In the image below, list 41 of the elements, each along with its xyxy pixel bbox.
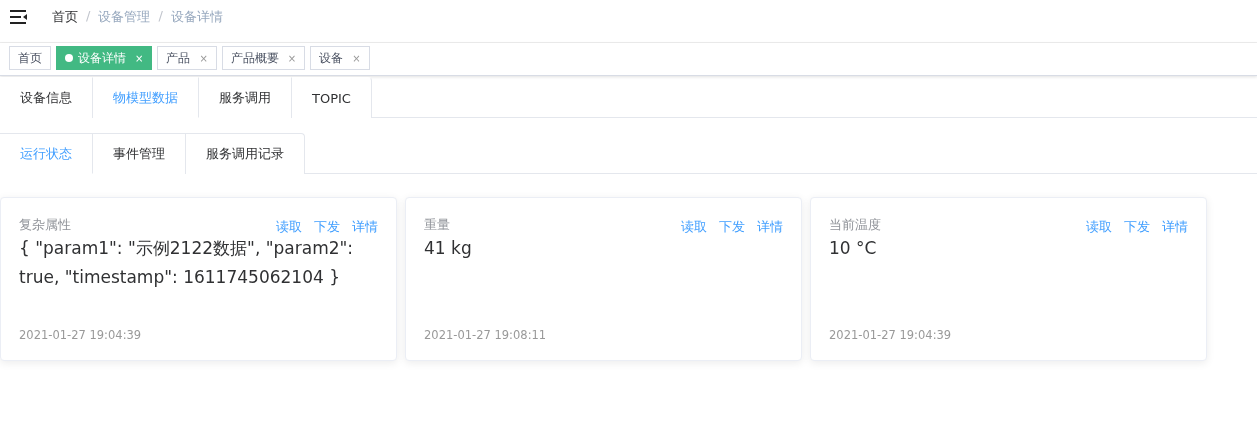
- property-name: 当前温度: [829, 216, 881, 234]
- action-link[interactable]: 详情: [757, 218, 783, 236]
- breadcrumb-item: 设备详情: [170, 8, 223, 26]
- property-value: 10 °C: [829, 237, 878, 260]
- page-tab[interactable]: 产品概要 ×: [221, 46, 306, 70]
- action-link[interactable]: 下发: [719, 218, 745, 236]
- tab[interactable]: 运行状态: [0, 133, 93, 174]
- breadcrumb-item: 设备管理: [98, 8, 151, 26]
- close-icon[interactable]: ×: [135, 52, 144, 64]
- tab[interactable]: 服务调用记录: [186, 133, 305, 174]
- tab[interactable]: 设备信息: [0, 77, 93, 118]
- tab[interactable]: 事件管理: [93, 133, 186, 174]
- page-tab[interactable]: 产品 ×: [157, 46, 217, 70]
- page-tab[interactable]: 设备详情 ×: [56, 46, 153, 70]
- action-link[interactable]: 详情: [352, 218, 378, 236]
- timestamp: 2021-01-27 19:08:11: [424, 328, 548, 342]
- page-tab[interactable]: 设备 ×: [310, 46, 370, 70]
- property-value: 41 kg: [424, 237, 473, 260]
- action-link[interactable]: 下发: [1124, 218, 1150, 236]
- tab[interactable]: 物模型数据: [93, 77, 199, 118]
- menu-icon[interactable]: [10, 10, 28, 24]
- tab[interactable]: TOPIC: [292, 77, 372, 118]
- property-value: { "param1": "示例2122数据", "param2": true, "timestamp": 1611745062104 }: [19, 237, 355, 289]
- action-link[interactable]: 下发: [314, 218, 340, 236]
- action-link[interactable]: 读取: [276, 218, 302, 236]
- close-icon[interactable]: ×: [199, 52, 208, 64]
- close-icon[interactable]: ×: [287, 52, 297, 64]
- breadcrumb-item[interactable]: 首页: [52, 8, 78, 26]
- action-link[interactable]: 详情: [1162, 218, 1188, 236]
- breadcrumb-separator: /: [158, 8, 163, 25]
- page-tab[interactable]: 首页: [9, 46, 51, 70]
- active-dot-icon: [65, 54, 73, 62]
- property-name: 复杂属性: [19, 216, 71, 234]
- property-name: 重量: [424, 216, 450, 234]
- tab[interactable]: 服务调用: [199, 77, 292, 118]
- close-icon[interactable]: ×: [352, 52, 361, 64]
- breadcrumb-separator: /: [86, 8, 91, 25]
- action-link[interactable]: 读取: [681, 218, 707, 236]
- timestamp: 2021-01-27 19:04:39: [829, 328, 953, 342]
- timestamp: 2021-01-27 19:04:39: [19, 328, 143, 342]
- action-link[interactable]: 读取: [1086, 218, 1112, 236]
